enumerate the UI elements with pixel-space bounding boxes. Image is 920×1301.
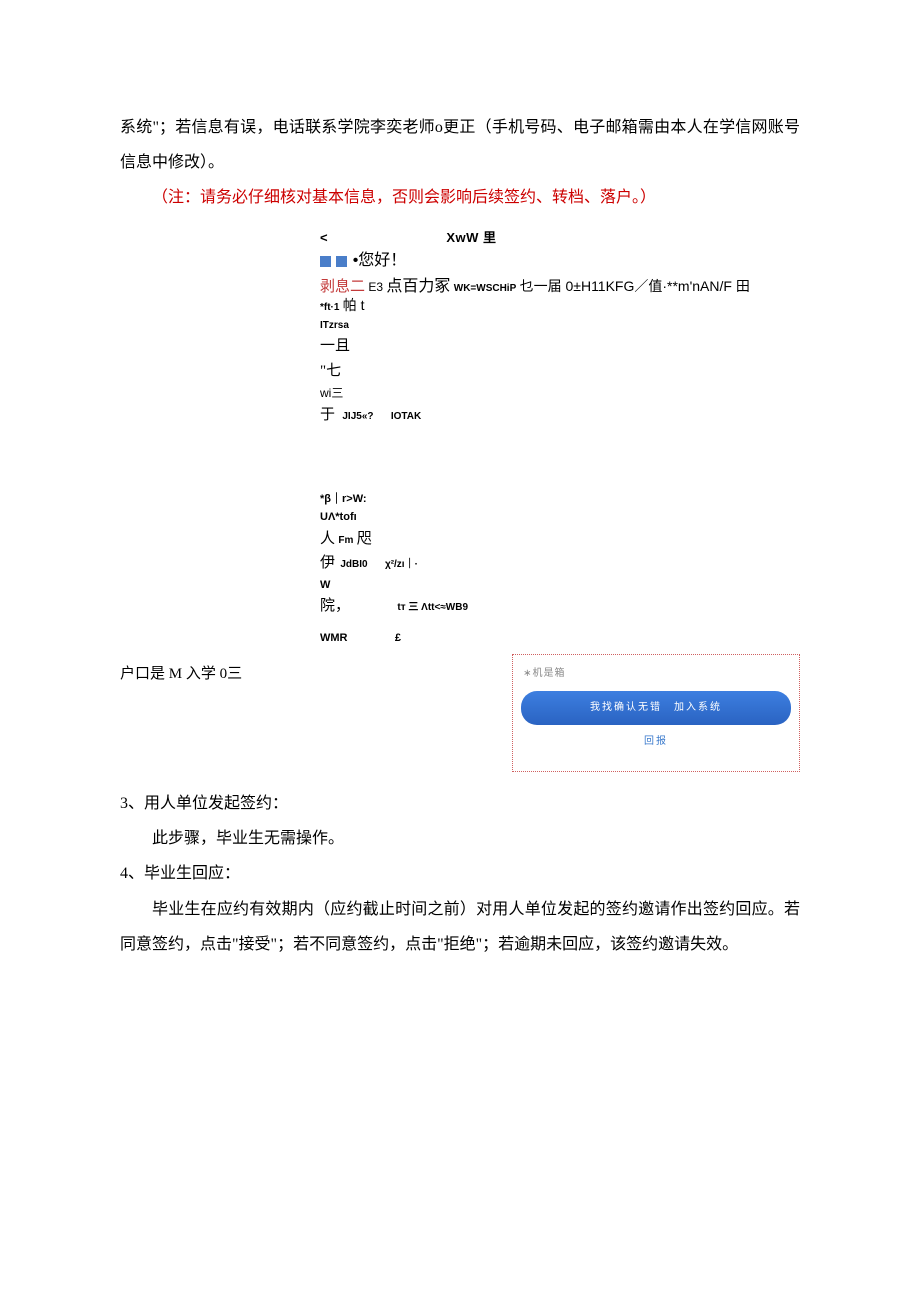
text-fragment: IOTAK [391, 411, 421, 422]
info-line-7: 于 JIJ5«? IOTAK [320, 404, 750, 427]
text-fragment: WK=WSCHiP [454, 283, 517, 294]
block2-line-3: 人 Fm 咫 [320, 528, 750, 551]
confirm-button[interactable]: 我找确认无错 加入系统 [521, 691, 791, 725]
screenshot-topbar: < XwW 里 [320, 228, 750, 248]
left-caption: 户口是 M 入学 0三 [120, 654, 242, 691]
paragraph-continuation: 系统"；若信息有误，电话联系学院李奕老师o更正（手机号码、电子邮箱需由本人在学信… [120, 110, 800, 180]
topbar-title: XwW 里 [446, 230, 496, 245]
warning-note: （注：请务必仔细核对基本信息，否则会影响后续签约、转档、落户。） [120, 180, 800, 215]
text-fragment: *ft·1 [320, 302, 339, 313]
text-fragment: E3 [368, 280, 383, 294]
info-line-5: "七 [320, 360, 750, 383]
section-4-body: 毕业生在应约有效期内（应约截止时间之前）对用人单位发起的签约邀请作出签约回应。若… [120, 892, 800, 962]
section-3-body: 此步骤，毕业生无需操作。 [120, 821, 800, 856]
text-fragment: 乜一届 0±H11KFG／值·**m'nAN/F 田 [520, 278, 750, 294]
avatar-icon [320, 256, 331, 267]
text-fragment: JdBI0 [340, 559, 367, 570]
text-fragment: Fm [338, 535, 353, 546]
back-chevron-icon: < [320, 230, 328, 245]
text-fragment: tт 三 Λtt<≈WB9 [397, 602, 468, 613]
text-fragment: 点百力冢 [386, 278, 450, 295]
text-fragment: 伊 [320, 555, 335, 571]
text-fragment: 帕 t [343, 297, 365, 313]
field-label: ∗机是箱 [523, 668, 565, 679]
caption-and-confirm-row: 户口是 M 入学 0三 ∗机是箱 我找确认无错 加入系统 回报 [120, 654, 800, 772]
avatar-icon-2 [336, 256, 347, 267]
bottom-spacer [120, 962, 800, 1142]
info-line-1: 剥息二 E3 点百力冢 WK=WSCHiP 乜一届 0±H11KFG／值·**m… [320, 275, 750, 299]
info-line-6: wi三 [320, 384, 750, 402]
info-line-3: ITzrsa [320, 318, 750, 333]
text-fragment: 剥息二 [320, 279, 365, 295]
section-4-heading: 4、毕业生回应： [120, 856, 800, 891]
back-link[interactable]: 回报 [519, 731, 793, 753]
text-fragment: 人 [320, 531, 335, 547]
block2-line-4: 伊 JdBI0 χ²/zı｜· [320, 552, 750, 575]
text-fragment: £ [395, 632, 401, 644]
info-line-4: 一且 [320, 335, 750, 358]
block2-line-1: *β｜r>W: [320, 491, 750, 508]
confirm-box: ∗机是箱 我找确认无错 加入系统 回报 [512, 654, 800, 772]
block2-line-5: W [320, 577, 750, 594]
text-fragment: JIJ5«? [342, 411, 373, 422]
text-fragment: 咫 [357, 531, 372, 547]
field-row: ∗机是箱 [519, 663, 793, 685]
document-page: 系统"；若信息有误，电话联系学院李奕老师o更正（手机号码、电子邮箱需由本人在学信… [0, 0, 920, 1202]
greeting-text: •您好！ [353, 252, 407, 269]
block2-line-2: UΛ*tofı [320, 509, 750, 526]
spacer [320, 429, 750, 489]
text-fragment: WMR [320, 632, 348, 644]
block2-line-6: 院， tт 三 Λtt<≈WB9 [320, 595, 750, 618]
text-fragment: 于 [320, 407, 335, 423]
greeting-line: •您好！ [320, 249, 750, 273]
block2-line-7: WMR £ [320, 628, 750, 647]
text-fragment: 院， [320, 598, 350, 614]
text-fragment: χ²/zı｜· [385, 559, 418, 570]
section-3-heading: 3、用人单位发起签约： [120, 786, 800, 821]
embedded-screenshot-top: < XwW 里 •您好！ 剥息二 E3 点百力冢 WK=WSCHiP 乜一届 0… [320, 228, 750, 647]
